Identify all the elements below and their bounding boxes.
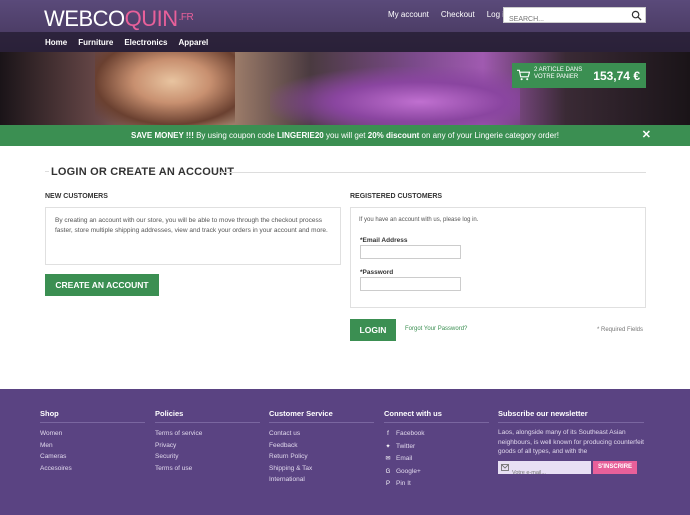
checkout-link[interactable]: Checkout bbox=[441, 10, 475, 19]
create-account-button[interactable]: CREATE AN ACCOUNT bbox=[45, 274, 159, 296]
promo-bar: SAVE MONEY !!! By using coupon code LING… bbox=[0, 125, 690, 146]
footer-connect-column: Connect with us f Facebook ✦ Twitter ✉ Emai… bbox=[384, 409, 489, 491]
password-label: *Password bbox=[360, 269, 394, 276]
footer-link-google-plus[interactable]: G Google+ bbox=[384, 466, 489, 479]
cart-line-2: VOTRE PANIER bbox=[534, 74, 579, 80]
email-field[interactable] bbox=[360, 245, 461, 259]
pinterest-label: Pin It bbox=[396, 480, 411, 487]
footer-newsletter-column: Subscribe our newsletter Laos, alongside… bbox=[498, 409, 644, 457]
cart-icon bbox=[517, 69, 530, 81]
facebook-label: Facebook bbox=[396, 430, 425, 437]
facebook-icon: f bbox=[387, 431, 389, 437]
main-nav-bar: Home Furniture Electronics Apparel bbox=[0, 32, 690, 52]
registered-customers-heading: REGISTERED CUSTOMERS bbox=[350, 193, 443, 200]
promo-text-3: on any of your Lingerie category order! bbox=[419, 131, 559, 140]
cart-total: 153,74 € bbox=[593, 69, 640, 83]
banner-fabric-image bbox=[270, 67, 520, 125]
footer-link-shipping-tax[interactable]: Shipping & Tax bbox=[269, 463, 374, 475]
footer-link-terms-of-service[interactable]: Terms of service bbox=[155, 428, 260, 440]
google-plus-icon: G bbox=[385, 468, 391, 475]
new-customers-text: By creating an account with our store, y… bbox=[55, 217, 328, 234]
promo-text-2: you will get bbox=[323, 131, 368, 140]
search-icon[interactable] bbox=[631, 10, 642, 21]
logo-text-main: WEBCO bbox=[44, 6, 125, 31]
mail-icon bbox=[501, 464, 509, 471]
promo-code: LINGERIE20 bbox=[277, 131, 324, 140]
page-title: LOGIN OR CREATE AN ACCOUNT bbox=[51, 166, 235, 178]
main-content: LOGIN OR CREATE AN ACCOUNT NEW CUSTOMERS… bbox=[0, 146, 690, 389]
footer-link-terms-of-use[interactable]: Terms of use bbox=[155, 463, 260, 475]
footer-link-return-policy[interactable]: Return Policy bbox=[269, 451, 374, 463]
logo-tld: .FR bbox=[178, 12, 194, 23]
cart-count-text: 2 ARTICLE DANS VOTRE PANIER bbox=[534, 67, 584, 81]
email-label: *Email Address bbox=[360, 237, 408, 244]
cart-line-1: 2 ARTICLE DANS bbox=[534, 67, 583, 73]
close-icon[interactable]: ✕ bbox=[642, 125, 651, 146]
search-input[interactable] bbox=[504, 13, 624, 26]
footer-newsletter-title: Subscribe our newsletter bbox=[498, 409, 644, 423]
forgot-password-link[interactable]: Forgot Your Password? bbox=[405, 326, 467, 332]
password-field[interactable] bbox=[360, 277, 461, 291]
footer-policies-column: Policies Terms of service Privacy Securi… bbox=[155, 409, 260, 474]
new-customers-box: By creating an account with our store, y… bbox=[45, 207, 341, 265]
footer-connect-title: Connect with us bbox=[384, 409, 489, 423]
nav-electronics[interactable]: Electronics bbox=[124, 38, 167, 47]
footer-shop-title: Shop bbox=[40, 409, 145, 423]
footer-service-title: Customer Service bbox=[269, 409, 374, 423]
pinterest-icon: P bbox=[385, 481, 390, 487]
banner-model-image bbox=[95, 52, 235, 125]
site-logo[interactable]: WEBCOQUIN.FR bbox=[44, 6, 194, 32]
logo-text-accent: QUIN bbox=[124, 6, 179, 31]
promo-text-1: By using coupon code bbox=[193, 131, 278, 140]
footer-link-pinterest[interactable]: P Pin It bbox=[384, 478, 489, 491]
twitter-icon: ✦ bbox=[385, 443, 391, 450]
login-button[interactable]: LOGIN bbox=[350, 319, 396, 341]
promo-discount: 20% discount bbox=[367, 131, 420, 140]
footer-link-twitter[interactable]: ✦ Twitter bbox=[384, 441, 489, 454]
footer-link-men[interactable]: Men bbox=[40, 440, 145, 452]
title-divider bbox=[220, 172, 646, 173]
nav-apparel[interactable]: Apparel bbox=[178, 38, 208, 47]
footer-link-facebook[interactable]: f Facebook bbox=[384, 428, 489, 441]
footer-link-cameras[interactable]: Cameras bbox=[40, 451, 145, 463]
email-label-footer: Email bbox=[396, 455, 413, 462]
newsletter-subscribe-button[interactable]: S'INSCRIRE bbox=[593, 461, 637, 474]
footer-link-contact-us[interactable]: Contact us bbox=[269, 428, 374, 440]
nav-furniture[interactable]: Furniture bbox=[78, 38, 113, 47]
new-customers-heading: NEW CUSTOMERS bbox=[45, 193, 108, 200]
site-header: WEBCOQUIN.FR My account Checkout Log in … bbox=[0, 0, 690, 125]
login-box: If you have an account with us, please l… bbox=[350, 207, 646, 308]
my-account-link[interactable]: My account bbox=[388, 10, 429, 19]
nav-home[interactable]: Home bbox=[45, 38, 67, 47]
footer-link-women[interactable]: Women bbox=[40, 428, 145, 440]
newsletter-email-input[interactable] bbox=[498, 467, 591, 479]
twitter-label: Twitter bbox=[396, 442, 416, 450]
footer-link-email[interactable]: ✉ Email bbox=[384, 453, 489, 466]
title-divider-left bbox=[45, 171, 49, 172]
footer-link-international[interactable]: International bbox=[269, 474, 374, 486]
email-icon: ✉ bbox=[385, 456, 391, 462]
required-fields-note: * Required Fields bbox=[597, 327, 644, 333]
top-links: My account Checkout Log in bbox=[388, 10, 509, 19]
login-intro-text: If you have an account with us, please l… bbox=[359, 217, 479, 223]
newsletter-text: Laos, alongside many of its Southeast As… bbox=[498, 429, 644, 455]
footer-link-privacy[interactable]: Privacy bbox=[155, 440, 260, 452]
newsletter-email-box bbox=[498, 461, 591, 479]
footer-link-feedback[interactable]: Feedback bbox=[269, 440, 374, 452]
site-footer: Shop Women Men Cameras Accesoires Polici… bbox=[0, 389, 690, 515]
google-plus-label: Google+ bbox=[396, 467, 421, 475]
mini-cart[interactable]: 2 ARTICLE DANS VOTRE PANIER 153,74 € bbox=[512, 63, 646, 88]
footer-shop-column: Shop Women Men Cameras Accesoires bbox=[40, 409, 145, 474]
footer-service-column: Customer Service Contact us Feedback Ret… bbox=[269, 409, 374, 486]
footer-link-security[interactable]: Security bbox=[155, 451, 260, 463]
footer-link-accesoires[interactable]: Accesoires bbox=[40, 463, 145, 475]
main-nav: Home Furniture Electronics Apparel bbox=[45, 38, 208, 47]
promo-lead: SAVE MONEY !!! bbox=[131, 131, 194, 140]
footer-policies-title: Policies bbox=[155, 409, 260, 423]
search-box bbox=[503, 7, 646, 26]
